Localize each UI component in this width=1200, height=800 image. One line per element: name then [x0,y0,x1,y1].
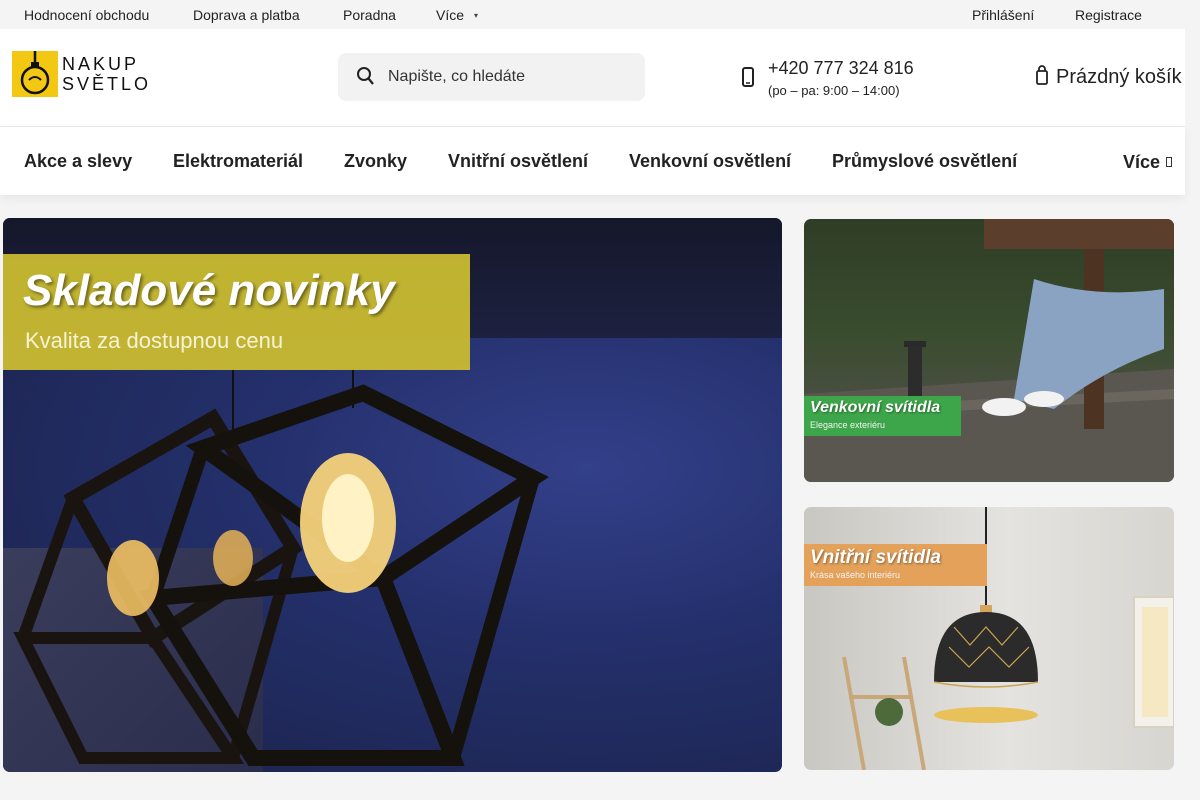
indoor-title: Vnitřní svítidla [810,547,941,568]
search-input[interactable] [388,65,628,89]
link-store-rating[interactable]: Hodnocení obchodu [24,7,149,23]
register-link[interactable]: Registrace [1075,7,1142,23]
category-nav: Akce a slevy Elektromateriál Zvonky Vnit… [0,127,1185,195]
chevron-down-icon: ▾ [474,11,479,20]
link-more-label: Více [436,7,465,23]
cart-button[interactable]: Prázdný košík [1036,65,1182,89]
logo-text-line1: NAKUP [62,54,140,74]
logo-wordmark: NAKUP SVĚTLO [62,54,151,94]
nav-more-label: Více [1123,152,1161,172]
outdoor-tag: Venkovní svítidla Elegance exteriéru [804,396,961,436]
link-advice[interactable]: Poradna [343,7,396,23]
nav-item-sales[interactable]: Akce a slevy [24,151,132,172]
search-box[interactable] [338,53,645,101]
outdoor-lights-banner[interactable]: Venkovní svítidla Elegance exteriéru [804,219,1174,482]
nav-item-indoor-lighting[interactable]: Vnitřní osvětlení [448,151,588,172]
site-header: NAKUP SVĚTLO +420 777 324 816 (po – pa: … [0,29,1185,127]
nav-item-industrial-lighting[interactable]: Průmyslové osvětlení [832,151,1017,172]
phone-icon [742,67,754,87]
outdoor-scene-illustration [804,219,1174,482]
nav-item-more[interactable]: Více [1123,151,1173,173]
top-utility-bar: Hodnocení obchodu Doprava a platba Porad… [0,0,1185,29]
cart-icon [1036,65,1048,85]
indoor-lights-banner[interactable]: Vnitřní svítidla Krása vašeho interiéru [804,507,1174,770]
outdoor-subtitle: Elegance exteriéru [810,420,886,430]
logo-text-line2: SVĚTLO [62,74,152,94]
outdoor-title: Venkovní svítidla [810,399,941,416]
hero-banner[interactable]: Skladové novinky Kvalita za dostupnou ce… [3,218,782,772]
hero-subtitle: Kvalita za dostupnou cenu [25,328,284,353]
nav-item-electrical[interactable]: Elektromateriál [173,151,303,172]
link-more-menu[interactable]: Více ▾ [436,7,478,23]
hero-title: Skladové novinky [23,266,395,315]
indoor-tag: Vnitřní svítidla Krása vašeho interiéru [804,544,987,586]
cart-label: Prázdný košík [1056,66,1182,88]
logo[interactable]: NAKUP SVĚTLO [12,51,152,99]
phone-number[interactable]: +420 777 324 816 [768,58,914,79]
logo-bulb-icon [12,51,58,97]
search-icon[interactable] [356,66,374,88]
indoor-subtitle: Krása vašeho interiéru [810,570,901,580]
login-link[interactable]: Přihlášení [972,7,1034,23]
chevron-down-icon [1166,151,1173,167]
phone-hours: (po – pa: 9:00 – 14:00) [768,83,900,98]
link-shipping-payment[interactable]: Doprava a platba [193,7,300,23]
nav-item-doorbells[interactable]: Zvonky [344,151,407,172]
nav-item-outdoor-lighting[interactable]: Venkovní osvětlení [629,151,791,172]
